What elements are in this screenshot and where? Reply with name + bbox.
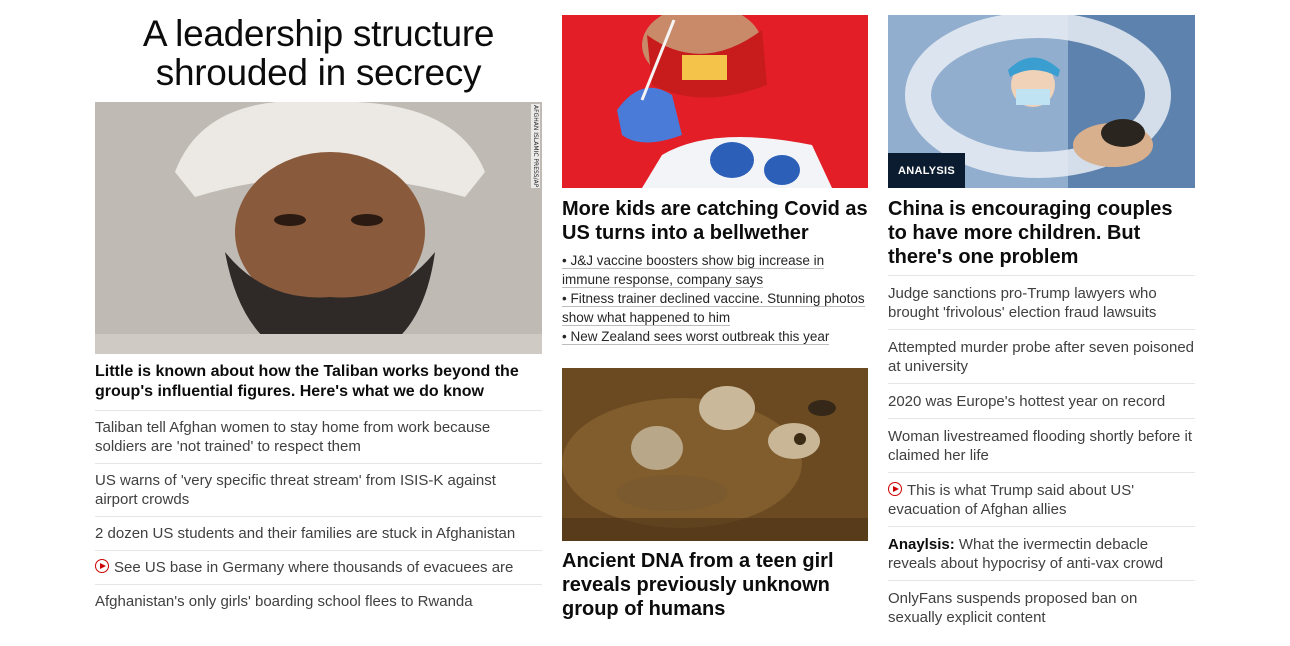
covid-test-photo[interactable] — [562, 15, 868, 188]
story-link[interactable]: 2020 was Europe's hottest year on record — [888, 393, 1165, 410]
middle-column: More kids are catching Covid as US turns… — [562, 0, 868, 621]
covid-story-title[interactable]: More kids are catching Covid as US turns… — [562, 197, 868, 245]
story-link[interactable]: Judge sanctions pro-Trump lawyers who br… — [888, 285, 1157, 321]
lead-story-column: A leadership structure shrouded in secre… — [95, 0, 542, 618]
story-link[interactable]: See US base in Germany where thousands o… — [114, 559, 513, 576]
list-item[interactable]: Woman livestreamed flooding shortly befo… — [888, 419, 1195, 473]
dna-illustration — [562, 368, 868, 541]
list-item[interactable]: 2020 was Europe's hottest year on record — [888, 384, 1195, 419]
china-story-title[interactable]: China is encouraging couples to have mor… — [888, 197, 1195, 269]
story-link[interactable]: US warns of 'very specific threat stream… — [95, 472, 496, 508]
bullet-link[interactable]: • New Zealand sees worst outbreak this y… — [562, 329, 830, 345]
list-item[interactable]: Attempted murder probe after seven poiso… — [888, 330, 1195, 384]
list-item[interactable]: • New Zealand sees worst outbreak this y… — [562, 327, 868, 346]
right-column: ANALYSIS China is encouraging couples to… — [888, 0, 1195, 634]
list-item[interactable]: Anaylsis: What the ivermectin debacle re… — [888, 527, 1195, 581]
story-link[interactable]: This is what Trump said about US' evacua… — [888, 482, 1134, 518]
image-credit: AFGHAN ISLAMIC PRESS/AP — [531, 104, 540, 189]
more-stories-list: Judge sanctions pro-Trump lawyers who br… — [888, 275, 1195, 634]
dna-story-title[interactable]: Ancient DNA from a teen girl reveals pre… — [562, 549, 868, 621]
analysis-prefix: Anaylsis: — [888, 536, 955, 553]
list-item[interactable]: • Fitness trainer declined vaccine. Stun… — [562, 289, 868, 327]
list-item[interactable]: Judge sanctions pro-Trump lawyers who br… — [888, 276, 1195, 330]
bullet-link[interactable]: • J&J vaccine boosters show big increase… — [562, 253, 825, 288]
list-item[interactable]: 2 dozen US students and their families a… — [95, 517, 542, 551]
bullet-link[interactable]: • Fitness trainer declined vaccine. Stun… — [562, 291, 865, 326]
covid-related-links: • J&J vaccine boosters show big increase… — [562, 251, 868, 346]
video-play-icon — [888, 482, 902, 496]
story-link[interactable]: Attempted murder probe after seven poiso… — [888, 339, 1194, 375]
list-item[interactable]: • J&J vaccine boosters show big increase… — [562, 251, 868, 289]
lead-summary-link[interactable]: Little is known about how the Taliban wo… — [95, 362, 542, 411]
story-link[interactable]: Woman livestreamed flooding shortly befo… — [888, 428, 1192, 464]
story-link[interactable]: Taliban tell Afghan women to stay home f… — [95, 419, 490, 455]
portrait-illustration — [95, 102, 542, 354]
story-link[interactable]: Afghanistan's only girls' boarding schoo… — [95, 593, 473, 610]
list-item[interactable]: Afghanistan's only girls' boarding schoo… — [95, 585, 542, 618]
story-link[interactable]: OnlyFans suspends proposed ban on sexual… — [888, 590, 1137, 626]
list-item[interactable]: US warns of 'very specific threat stream… — [95, 464, 542, 517]
ancient-remains-photo[interactable] — [562, 368, 868, 541]
list-item[interactable]: OnlyFans suspends proposed ban on sexual… — [888, 581, 1195, 634]
newborn-photo[interactable]: ANALYSIS — [888, 15, 1195, 188]
covid-illustration — [562, 15, 868, 188]
list-item[interactable]: Taliban tell Afghan women to stay home f… — [95, 411, 542, 464]
list-item[interactable]: This is what Trump said about US' evacua… — [888, 473, 1195, 527]
list-item[interactable]: See US base in Germany where thousands o… — [95, 551, 542, 585]
analysis-tag: ANALYSIS — [888, 153, 966, 188]
lead-headline[interactable]: A leadership structure shrouded in secre… — [95, 14, 542, 92]
related-stories-list: Taliban tell Afghan women to stay home f… — [95, 411, 542, 618]
taliban-leader-photo[interactable]: AFGHAN ISLAMIC PRESS/AP — [95, 102, 542, 354]
story-link[interactable]: 2 dozen US students and their families a… — [95, 525, 515, 542]
video-play-icon — [95, 559, 109, 573]
